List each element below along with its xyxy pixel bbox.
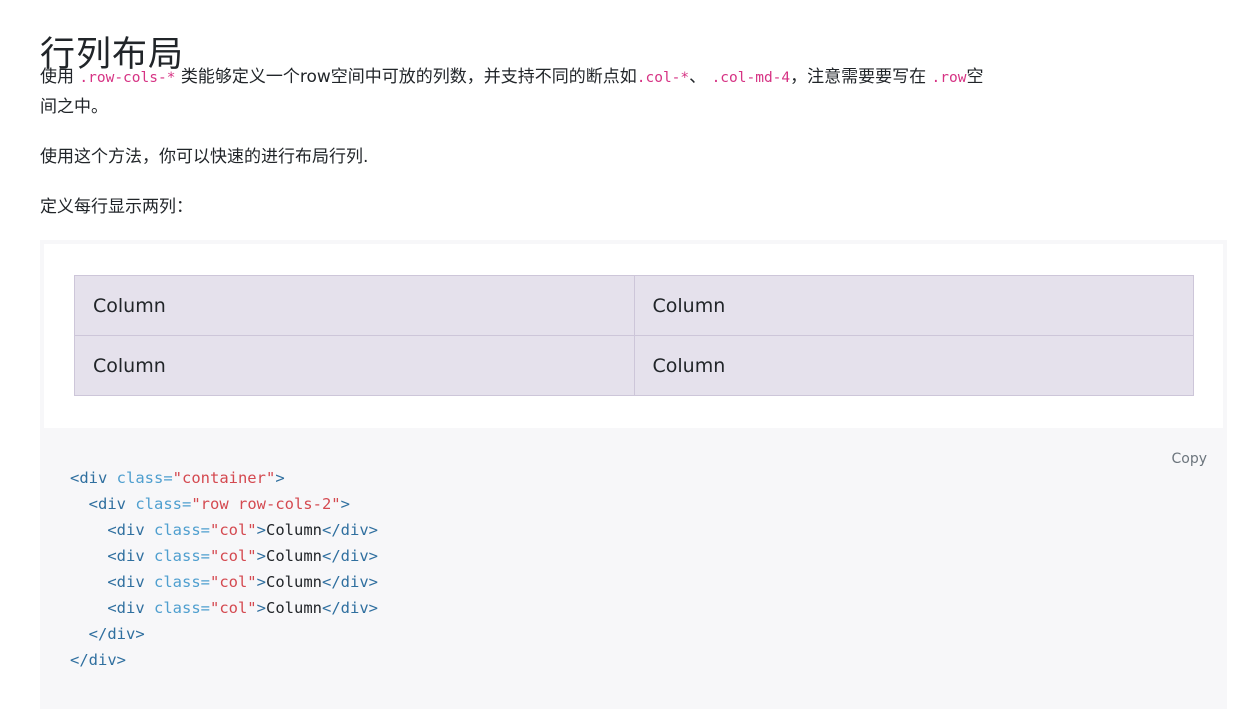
code-tag: </div> — [322, 599, 378, 617]
code-attr: class= — [126, 495, 192, 513]
two-columns-paragraph: 定义每行显示两列： — [40, 197, 193, 217]
code-attr: class= — [144, 599, 210, 617]
code-tag: <div — [107, 547, 145, 565]
example-grid: Column Column Column Column — [74, 275, 1194, 396]
code-line: <div class="col">Column</div> — [70, 569, 378, 595]
intro-text-2: 类能够定义一个row空间中可放的列数，并支持不同的断点如 — [175, 67, 637, 87]
example-preview: Column Column Column Column — [40, 240, 1227, 432]
code-tag: > — [256, 573, 266, 591]
code-line: <div class="col">Column</div> — [70, 543, 378, 569]
code-tag: </div> — [322, 547, 378, 565]
code-tag: <div — [107, 521, 145, 539]
intro-text-4: ，注意需要要写在 — [790, 67, 932, 87]
code-tag: <div — [107, 599, 145, 617]
code-snippet: <div class="container"> <div class="row … — [70, 465, 378, 673]
code-line: <div class="col">Column</div> — [70, 595, 378, 621]
code-block: Copy <div class="container"> <div class=… — [40, 431, 1227, 709]
intro-paragraph: 使用 .row-cols-* 类能够定义一个row空间中可放的列数，并支持不同的… — [40, 63, 1000, 122]
inline-code-row: .row — [931, 70, 967, 86]
code-attr: class= — [144, 573, 210, 591]
code-line: <div class="container"> — [70, 465, 378, 491]
code-value: "container" — [172, 469, 276, 487]
code-attr: class= — [107, 469, 173, 487]
code-tag: <div — [88, 495, 126, 513]
inline-code-col: .col-* — [636, 70, 690, 86]
code-line: <div class="row row-cols-2"> — [70, 491, 378, 517]
code-text: Column — [266, 547, 322, 565]
code-text: Column — [266, 521, 322, 539]
code-line: </div> — [70, 621, 378, 647]
code-tag: <div — [70, 469, 108, 487]
code-tag: > — [275, 469, 285, 487]
code-attr: class= — [144, 547, 210, 565]
code-value: "col" — [209, 521, 257, 539]
example-column: Column — [74, 275, 635, 336]
method-paragraph: 使用这个方法，你可以快速的进行布局行列. — [40, 147, 369, 167]
code-text: Column — [266, 599, 322, 617]
code-line: </div> — [70, 647, 378, 673]
code-tag: </div> — [322, 573, 378, 591]
inline-code-col-md-4: .col-md-4 — [711, 70, 791, 86]
code-attr: class= — [144, 521, 210, 539]
code-tag: </div> — [88, 625, 145, 643]
code-value: "col" — [209, 573, 257, 591]
example-column: Column — [633, 275, 1194, 336]
code-tag: > — [256, 547, 266, 565]
example-column: Column — [633, 335, 1194, 396]
intro-text-3: 、 — [689, 67, 712, 87]
code-tag: </div> — [322, 521, 378, 539]
code-tag: </div> — [70, 651, 126, 669]
example-column: Column — [74, 335, 635, 396]
code-tag: > — [256, 599, 266, 617]
code-value: "row row-cols-2" — [191, 495, 341, 513]
inline-code-row-cols: .row-cols-* — [79, 70, 176, 86]
code-tag: > — [340, 495, 350, 513]
intro-text-1: 使用 — [40, 67, 80, 87]
code-value: "col" — [209, 547, 257, 565]
copy-button[interactable]: Copy — [1171, 451, 1207, 467]
code-line: <div class="col">Column</div> — [70, 517, 378, 543]
code-tag: > — [256, 521, 266, 539]
code-tag: <div — [107, 573, 145, 591]
code-value: "col" — [209, 599, 257, 617]
code-text: Column — [266, 573, 322, 591]
